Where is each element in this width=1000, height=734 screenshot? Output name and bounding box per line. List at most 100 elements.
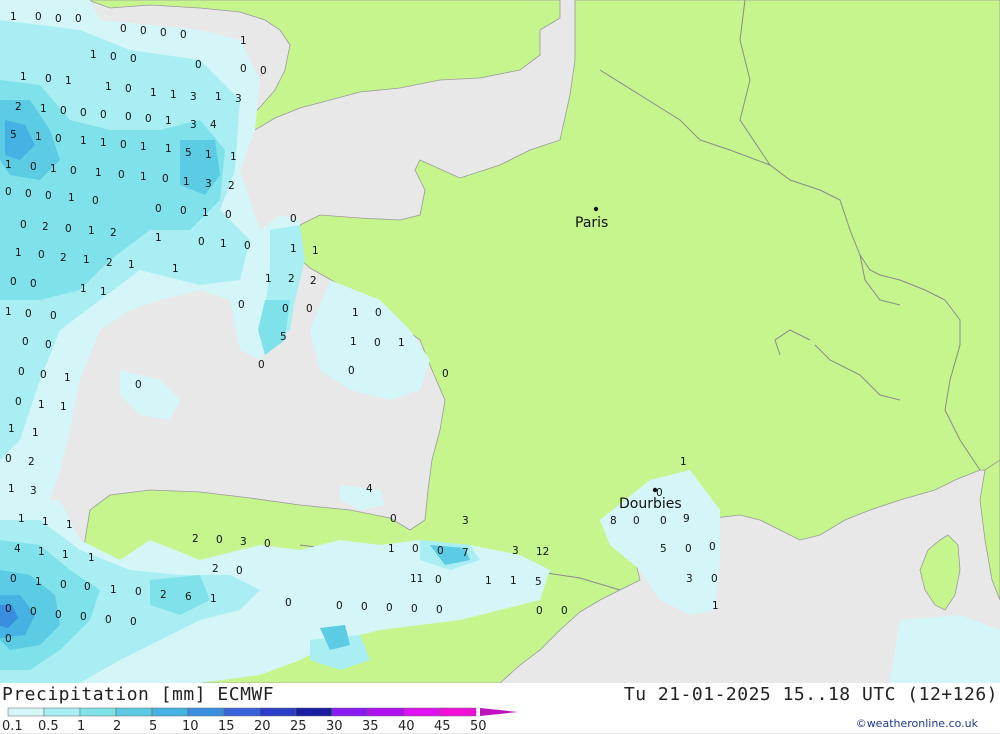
legend-label: 50 [470,719,487,734]
precip-value-label: 0 [118,169,125,181]
precip-value-label: 0 [55,13,62,25]
precip-value-label: 0 [160,27,167,39]
precip-value-label: 1 [38,399,45,411]
legend-swatch [439,707,477,717]
precip-value-label: 0 [55,609,62,621]
precip-value-label: 0 [162,173,169,185]
precip-value-label: 0 [55,133,62,145]
credit-link[interactable]: ©weatheronline.co.uk [856,717,978,730]
precip-value-label: 0 [258,359,265,371]
precip-value-label: 0 [120,23,127,35]
precip-value-label: 1 [485,575,492,587]
precip-value-label: 1 [18,513,25,525]
precip-value-label: 1 [32,427,39,439]
precip-value-label: 1 [66,519,73,531]
precip-value-label: 2 [288,273,295,285]
precip-value-label: 1 [40,103,47,115]
precip-value-label: 6 [185,591,192,603]
precip-value-label: 0 [180,205,187,217]
precip-value-label: 1 [215,91,222,103]
precip-value-label: 0 [92,195,99,207]
precip-value-label: 3 [512,545,519,557]
precip-value-label: 1 [100,137,107,149]
precip-value-label: 0 [30,606,37,618]
precip-value-label: 0 [45,73,52,85]
precip-value-label: 0 [130,616,137,628]
precip-value-label: 0 [135,586,142,598]
precip-value-label: 5 [280,331,287,343]
precip-value-label: 0 [685,543,692,555]
legend-label: 35 [362,719,379,734]
legend-swatch [115,707,153,717]
precip-value-label: 0 [145,113,152,125]
precip-value-label: 0 [30,278,37,290]
precip-value-label: 7 [462,547,469,559]
precip-value-label: 0 [5,453,12,465]
city-label-paris: Paris [575,215,608,231]
precip-value-label: 0 [130,53,137,65]
legend-swatch [79,707,117,717]
precip-value-label: 1 [165,143,172,155]
precip-value-label: 0 [65,223,72,235]
precip-value-label: 1 [155,232,162,244]
precip-value-label: 1 [68,192,75,204]
legend-label: 30 [326,719,343,734]
precip-value-label: 0 [361,601,368,613]
precip-value-label: 0 [236,565,243,577]
precip-value-label: 1 [352,307,359,319]
precip-value-label: 0 [198,236,205,248]
precip-value-label: 0 [390,513,397,525]
precip-value-label: 3 [686,573,693,585]
precip-value-label: 2 [310,275,317,287]
precip-value-label: 2 [15,101,22,113]
legend-label: 5 [149,719,158,734]
precip-value-label: 2 [228,180,235,192]
precip-value-label: 1 [170,89,177,101]
city-marker-dourbies [652,487,658,493]
precip-value-label: 1 [80,283,87,295]
legend-label: 20 [254,719,271,734]
precip-value-label: 1 [205,149,212,161]
precip-value-label: 2 [212,563,219,575]
precip-value-label: 1 [202,207,209,219]
city-marker-paris [593,206,599,212]
precip-value-label: 0 [100,109,107,121]
precip-value-label: 0 [561,605,568,617]
legend-label: 45 [434,719,451,734]
precip-value-label: 5 [185,147,192,159]
precip-value-label: 0 [336,600,343,612]
legend-swatch [295,707,333,717]
precip-value-label: 0 [348,365,355,377]
precip-value-label: 2 [28,456,35,468]
precip-value-label: 1 [64,372,71,384]
precip-value-label: 0 [5,186,12,198]
precip-value-label: 4 [14,543,21,555]
precip-value-label: 9 [683,513,690,525]
precip-value-label: 0 [375,307,382,319]
precip-value-label: 2 [60,252,67,264]
precip-value-label: 0 [125,83,132,95]
precip-value-label: 0 [120,139,127,151]
precip-value-label: 0 [536,605,543,617]
precip-value-label: 1 [150,87,157,99]
precip-value-label: 1 [10,11,17,23]
precip-value-label: 1 [210,593,217,605]
precip-value-label: 1 [140,171,147,183]
precip-value-label: 1 [172,263,179,275]
map-title: Precipitation [mm] ECMWF [2,684,275,705]
precip-value-label: 1 [80,135,87,147]
precip-value-label: 0 [45,339,52,351]
precip-value-label: 1 [110,584,117,596]
precip-value-label: 0 [238,299,245,311]
precip-value-label: 1 [350,336,357,348]
precip-value-label: 0 [30,161,37,173]
legend-swatch [43,707,81,717]
legend-label: 1 [77,719,86,734]
precip-value-label: 0 [660,515,667,527]
precip-value-label: 0 [25,188,32,200]
precip-value-label: 3 [30,485,37,497]
precip-value-label: 0 [50,310,57,322]
precip-value-label: 0 [5,603,12,615]
precip-value-label: 0 [60,105,67,117]
precip-value-label: 0 [264,538,271,550]
